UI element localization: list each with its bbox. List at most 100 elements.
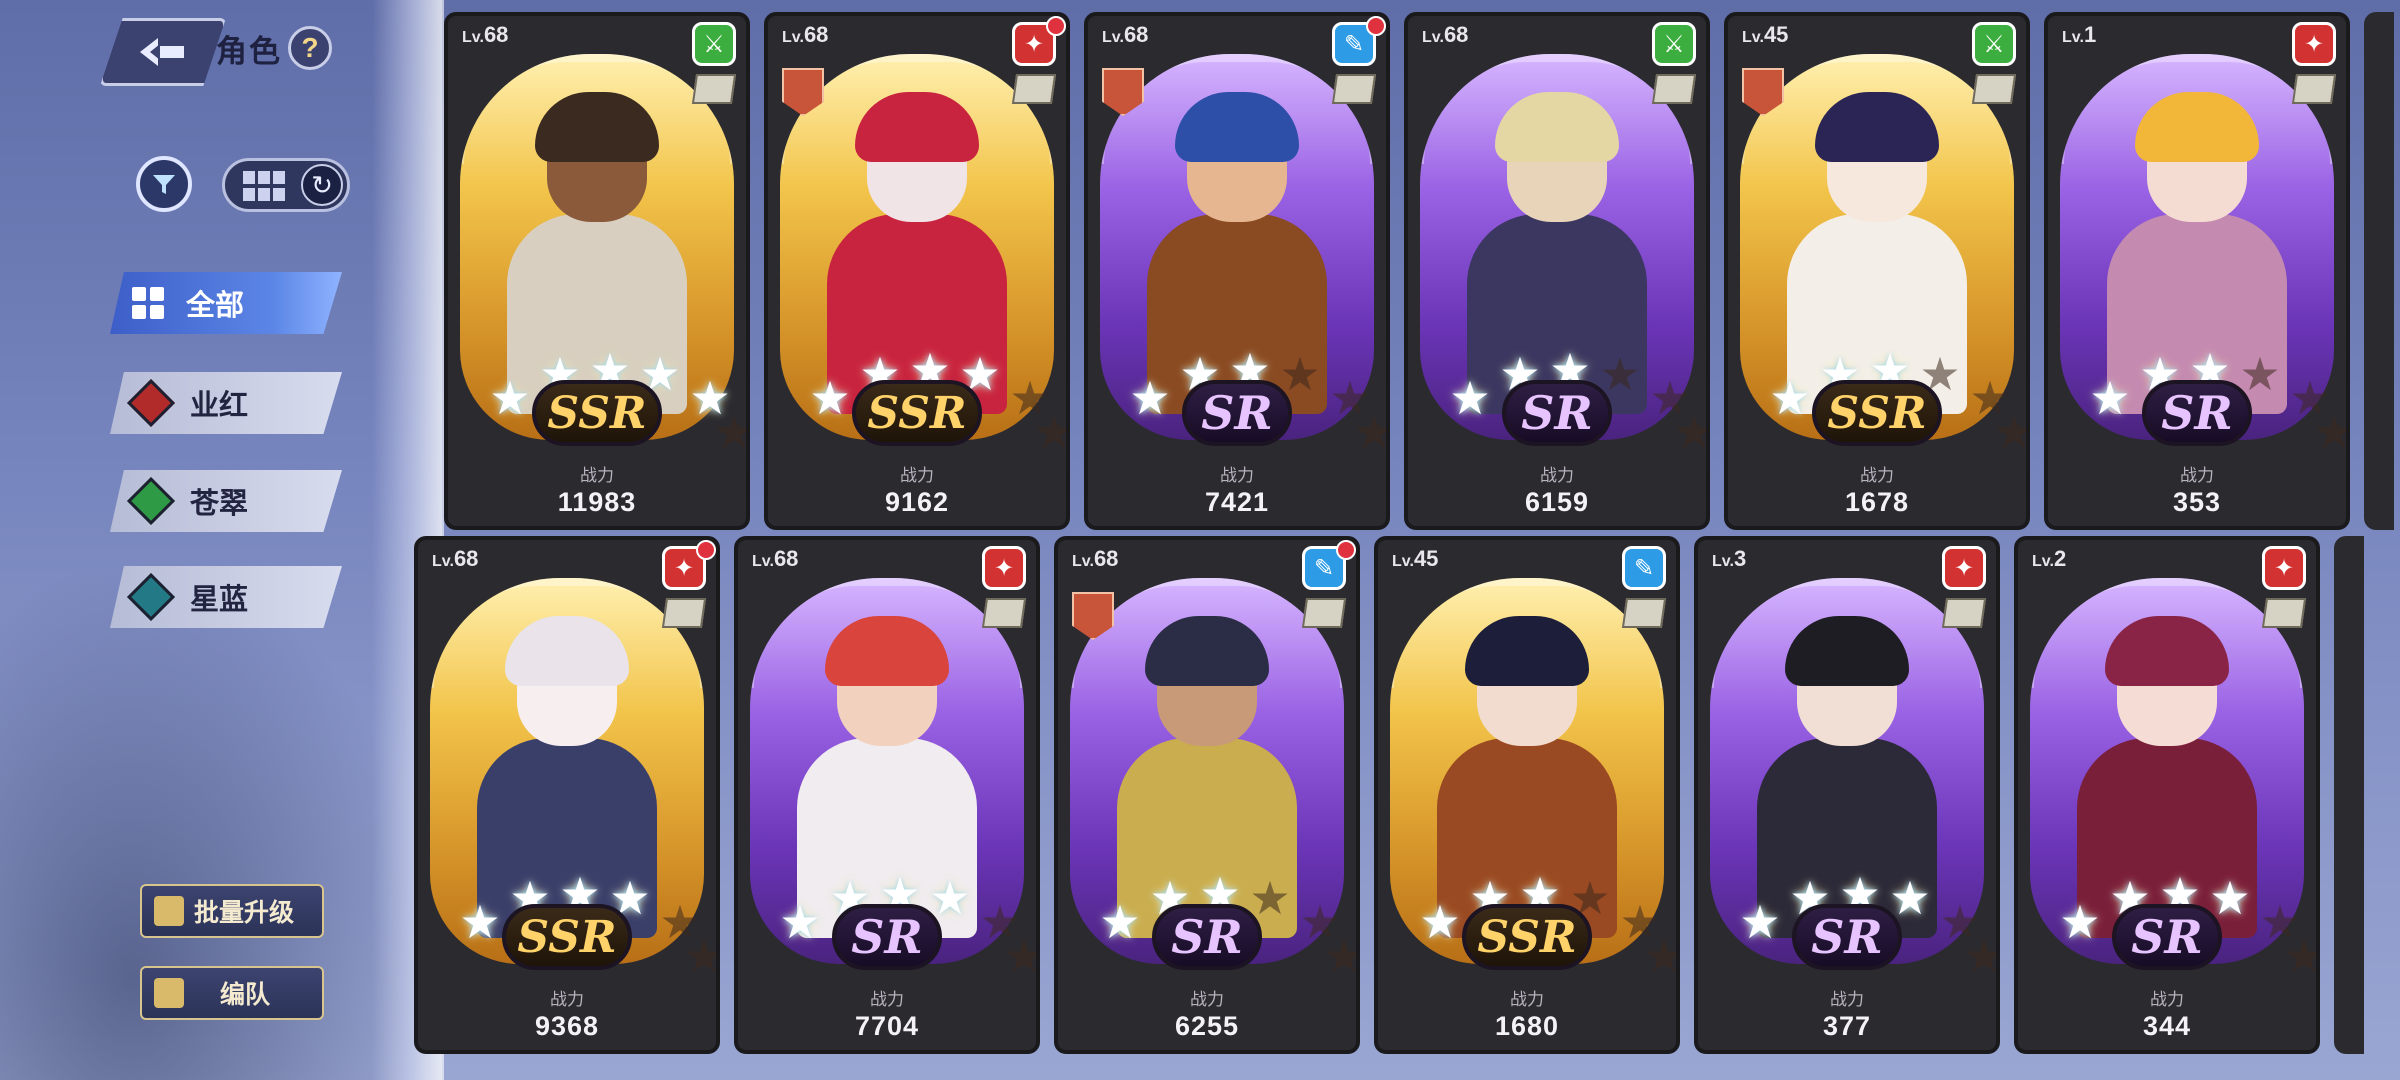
- character-card[interactable]: Lv.45 ⚔ ★★★★★★ SSR 战力 1678: [1724, 12, 2030, 530]
- rarity-badge: SR: [2112, 904, 2222, 970]
- rarity-star-icon: ★: [1769, 372, 1811, 424]
- level-label: Lv.68: [1072, 546, 1119, 571]
- level-label: Lv.45: [1742, 22, 1789, 47]
- character-card[interactable]: Lv.68 ✦ ★★★★★★ SR 战力 7704: [734, 536, 1040, 1054]
- rarity-badge: SSR: [1812, 380, 1942, 446]
- level-label: Lv.68: [752, 546, 799, 571]
- character-card[interactable]: Lv.68 ⚔ ★★★★★★ SR 战力 6159: [1404, 12, 1710, 530]
- rarity-badge: SR: [1182, 380, 1292, 446]
- rarity-star-icon: ★: [1099, 896, 1141, 948]
- notification-dot: [696, 540, 716, 560]
- power-value: 377: [1822, 1011, 1872, 1041]
- level-label: Lv.68: [1422, 22, 1469, 47]
- equipment-icon: [1971, 74, 2017, 104]
- equipment-icon: [1011, 74, 1057, 104]
- character-card[interactable]: Lv.2 ✦ ★★★★★★ SR 战力 344: [2014, 536, 2320, 1054]
- empty-star-icon: ★: [2280, 932, 2316, 980]
- empty-star-icon: ★: [1670, 408, 1706, 456]
- power-value: 1678: [1844, 487, 1910, 517]
- equipment-icon: [1331, 74, 1377, 104]
- rarity-badge: SSR: [532, 380, 662, 446]
- rarity-star-icon: ★: [2089, 372, 2131, 424]
- level-label: Lv.68: [462, 22, 509, 47]
- rarity-badge: SR: [2142, 380, 2252, 446]
- empty-star-icon: ★: [1640, 932, 1676, 980]
- rarity-star-icon: ★: [1129, 372, 1171, 424]
- notification-dot: [1046, 16, 1066, 36]
- rarity-badge: SR: [1792, 904, 1902, 970]
- character-card[interactable]: Lv.68 ✦ ★★★★★★ SSR 战力 9162: [764, 12, 1070, 530]
- rarity-badge: SSR: [502, 904, 632, 970]
- empty-star-icon: ★: [680, 932, 716, 980]
- character-card[interactable]: Lv.68 ✦ ★★★★★★ SSR 战力 9368: [414, 536, 720, 1054]
- equipment-icon: [981, 598, 1027, 628]
- character-card[interactable]: Lv.68 ⚔ ★★★★★★ SSR 战力 11983: [444, 12, 750, 530]
- equipment-icon: [1621, 598, 1667, 628]
- power-label: 战力: [550, 990, 584, 1009]
- element-icon: ✎: [1622, 546, 1666, 590]
- rarity-star-icon: ★: [2059, 896, 2101, 948]
- level-label: Lv.2: [2032, 546, 2067, 571]
- level-label: Lv.3: [1712, 546, 1747, 571]
- power-label: 战力: [580, 466, 614, 485]
- power-label: 战力: [1220, 466, 1254, 485]
- rarity-badge: SR: [1152, 904, 1262, 970]
- equipment-icon: [1941, 598, 1987, 628]
- power-label: 战力: [2150, 990, 2184, 1009]
- power-value: 7421: [1204, 487, 1270, 517]
- equipment-icon: [2261, 598, 2307, 628]
- power-value: 344: [2142, 1011, 2192, 1041]
- element-icon: ✦: [2262, 546, 2306, 590]
- rarity-star-icon: ★: [1419, 896, 1461, 948]
- character-grid: Lv.68 ⚔ ★ ★ ★ ★ ★ ★ SSR 战力 11983 Lv.68 ✦ ★ ★ ★ ★…: [0, 0, 2400, 1080]
- power-label: 战力: [1540, 466, 1574, 485]
- power-value: 7704: [854, 1011, 920, 1041]
- power-label: 战力: [1830, 990, 1864, 1009]
- rarity-star-icon: ★: [459, 896, 501, 948]
- rarity-badge: SSR: [852, 380, 982, 446]
- partial-character-card[interactable]: [2334, 536, 2364, 1054]
- notification-dot: [1366, 16, 1386, 36]
- character-card[interactable]: Lv.45 ✎ ★★★★★★ SSR 战力 1680: [1374, 536, 1680, 1054]
- element-icon: ✦: [2292, 22, 2336, 66]
- power-label: 战力: [1190, 990, 1224, 1009]
- rarity-badge: SR: [1502, 380, 1612, 446]
- power-value: 9162: [884, 487, 950, 517]
- element-icon: ⚔: [1652, 22, 1696, 66]
- element-icon: ✦: [1942, 546, 1986, 590]
- empty-star-icon: ★: [1350, 408, 1386, 456]
- empty-star-icon: ★: [1320, 932, 1356, 980]
- rarity-star-icon: ★: [779, 896, 821, 948]
- power-value: 9368: [534, 1011, 600, 1041]
- empty-star-icon: ★: [1990, 408, 2026, 456]
- empty-star-icon: ★: [1030, 408, 1066, 456]
- empty-star-icon: ★: [710, 408, 746, 456]
- rarity-badge: SR: [832, 904, 942, 970]
- character-card[interactable]: Lv.68 ✎ ★★★★★★ SR 战力 7421: [1084, 12, 1390, 530]
- partial-character-card[interactable]: [2364, 12, 2394, 530]
- empty-star-icon: ★: [2310, 408, 2346, 456]
- empty-star-icon: ★: [1000, 932, 1036, 980]
- level-label: Lv.1: [2062, 22, 2097, 47]
- rarity-badge: SSR: [1462, 904, 1592, 970]
- rarity-star-icon: ★: [489, 372, 531, 424]
- power-value: 6159: [1524, 487, 1590, 517]
- power-value: 6255: [1174, 1011, 1240, 1041]
- level-label: Lv.68: [1102, 22, 1149, 47]
- power-label: 战力: [900, 466, 934, 485]
- equipment-icon: [691, 74, 737, 104]
- notification-dot: [1336, 540, 1356, 560]
- empty-star-icon: ★: [1960, 932, 1996, 980]
- element-icon: ✦: [982, 546, 1026, 590]
- equipment-icon: [1301, 598, 1347, 628]
- character-card[interactable]: Lv.68 ✎ ★★★★★★ SR 战力 6255: [1054, 536, 1360, 1054]
- power-label: 战力: [870, 990, 904, 1009]
- element-icon: ⚔: [1972, 22, 2016, 66]
- equipment-icon: [661, 598, 707, 628]
- equipment-icon: [1651, 74, 1697, 104]
- power-label: 战力: [1510, 990, 1544, 1009]
- character-card[interactable]: Lv.1 ✦ ★★★★★★ SR 战力 353: [2044, 12, 2350, 530]
- rarity-star-icon: ★: [1449, 372, 1491, 424]
- level-label: Lv.68: [782, 22, 829, 47]
- character-card[interactable]: Lv.3 ✦ ★★★★★★ SR 战力 377: [1694, 536, 2000, 1054]
